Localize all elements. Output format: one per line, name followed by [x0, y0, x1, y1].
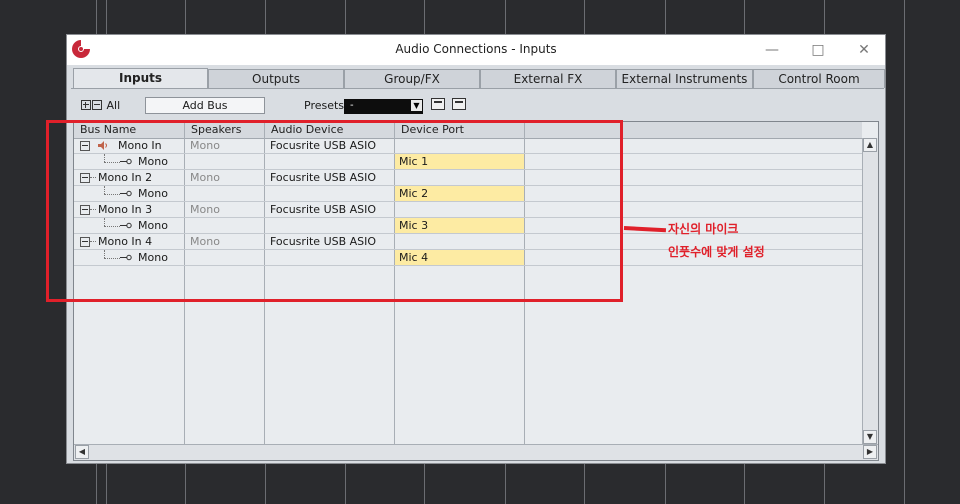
tab-outputs[interactable]: Outputs: [208, 69, 344, 88]
tab-external-instruments[interactable]: External Instruments: [616, 69, 753, 88]
all-label: All: [106, 99, 121, 112]
tab-external-fx[interactable]: External FX: [480, 69, 616, 88]
annotation-text-line2: 인풋수에 맞게 설정: [668, 245, 765, 259]
scroll-down-icon[interactable]: ▼: [863, 430, 877, 444]
tab-group-fx[interactable]: Group/FX: [344, 69, 480, 88]
scroll-left-icon[interactable]: ◀: [75, 445, 89, 459]
expand-collapse-all[interactable]: All: [81, 99, 120, 112]
scroll-up-icon[interactable]: ▲: [863, 138, 877, 152]
save-preset-icon[interactable]: [431, 98, 445, 110]
close-icon[interactable]: ✕: [853, 39, 875, 61]
tab-divider: [71, 88, 884, 89]
background-line: [904, 0, 905, 504]
vertical-scrollbar[interactable]: ▲ ▼: [862, 138, 878, 444]
delete-preset-icon[interactable]: [452, 98, 466, 110]
scroll-right-icon[interactable]: ▶: [863, 445, 877, 459]
toolbar: All Add Bus Presets - ▼: [67, 95, 885, 119]
annotation-highlight-box: [46, 120, 623, 302]
maximize-icon[interactable]: □: [807, 39, 829, 61]
annotation-text-line1: 자신의 마이크: [668, 222, 739, 236]
tab-control-room[interactable]: Control Room: [753, 69, 885, 88]
tab-inputs[interactable]: Inputs: [73, 68, 208, 89]
presets-value: -: [350, 100, 354, 111]
minimize-icon[interactable]: —: [761, 39, 783, 61]
add-bus-button[interactable]: Add Bus: [145, 97, 265, 114]
presets-dropdown[interactable]: - ▼: [344, 99, 423, 114]
horizontal-scrollbar[interactable]: ◀ ▶: [74, 444, 878, 460]
presets-label: Presets: [304, 99, 345, 112]
title-bar: Audio Connections - Inputs — □ ✕: [67, 35, 885, 65]
expand-all-icon[interactable]: [81, 100, 91, 110]
tab-bar: Inputs Outputs Group/FX External FX Exte…: [71, 68, 885, 89]
collapse-all-icon[interactable]: [92, 100, 102, 110]
chevron-down-icon[interactable]: ▼: [411, 100, 422, 111]
